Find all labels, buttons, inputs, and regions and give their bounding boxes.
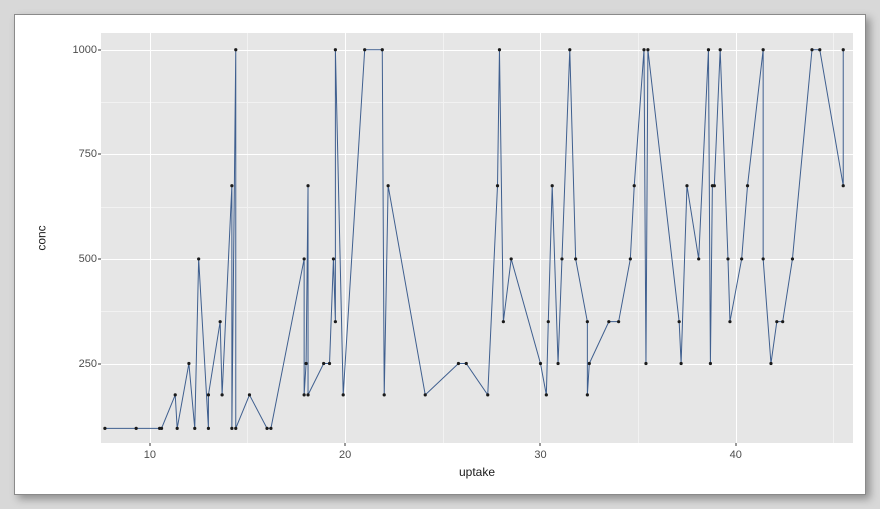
data-point [629,257,632,260]
x-tick-label: 20 [339,449,351,461]
data-point [568,48,571,51]
data-point [322,362,325,365]
data-point [221,393,224,396]
data-point [842,48,845,51]
data-point [781,320,784,323]
data-point [588,362,591,365]
data-point [607,320,610,323]
y-tick-label: 250 [79,358,97,370]
x-tick-label: 10 [144,449,156,461]
data-point [556,362,559,365]
data-point [818,48,821,51]
data-point [234,48,237,51]
series-line [105,50,843,429]
data-point [103,427,106,430]
data-point [334,320,337,323]
data-point [135,427,138,430]
data-point [176,427,179,430]
data-point [363,48,366,51]
data-point [187,362,190,365]
data-point [746,184,749,187]
chart-card: 250 500 750 1000 10 20 30 40 conc uptake [14,14,866,495]
data-point [842,184,845,187]
data-point [810,48,813,51]
data-point [424,393,427,396]
data-point [713,184,716,187]
y-axis-title: conc [35,225,49,250]
data-point [502,320,505,323]
data-point [383,393,386,396]
data-layer [101,33,853,443]
data-point [642,48,645,51]
x-axis-title: uptake [101,465,853,479]
data-point [230,427,233,430]
data-point [740,257,743,260]
data-point [685,184,688,187]
data-point [547,320,550,323]
data-point [551,184,554,187]
data-point [560,257,563,260]
data-point [586,320,589,323]
data-point [465,362,468,365]
data-point [248,393,251,396]
data-point [728,320,731,323]
data-point [762,48,765,51]
data-point [791,257,794,260]
data-point [545,393,548,396]
data-point [726,257,729,260]
data-point [174,393,177,396]
data-point [230,184,233,187]
data-point [304,362,307,365]
data-point [769,362,772,365]
data-point [334,48,337,51]
data-point [387,184,390,187]
data-point [646,48,649,51]
y-tick-label: 1000 [73,44,97,56]
data-point [381,48,384,51]
x-tick-label: 40 [730,449,742,461]
data-point [234,427,237,430]
y-tick-label: 750 [79,148,97,160]
data-point [617,320,620,323]
data-point [539,362,542,365]
data-point [496,184,499,187]
data-point [644,362,647,365]
y-tick-label: 500 [79,253,97,265]
data-point [306,393,309,396]
data-point [160,427,163,430]
data-point [306,184,309,187]
data-point [269,427,272,430]
data-point [457,362,460,365]
data-point [709,362,712,365]
data-point [332,257,335,260]
data-point [762,257,765,260]
data-point [678,320,681,323]
data-point [697,257,700,260]
data-point [486,393,489,396]
data-point [303,257,306,260]
data-point [328,362,331,365]
plot-area: 250500750100010203040 conc uptake [73,33,853,473]
data-point [574,257,577,260]
data-point [633,184,636,187]
data-point [193,427,196,430]
data-point [342,393,345,396]
data-point [719,48,722,51]
data-point [303,393,306,396]
data-point [265,427,268,430]
data-point [586,393,589,396]
data-point [498,48,501,51]
data-point [207,393,210,396]
data-point [680,362,683,365]
data-point [510,257,513,260]
data-point [197,257,200,260]
data-point [707,48,710,51]
data-point [219,320,222,323]
data-point [207,427,210,430]
data-point [775,320,778,323]
x-tick-label: 30 [534,449,546,461]
